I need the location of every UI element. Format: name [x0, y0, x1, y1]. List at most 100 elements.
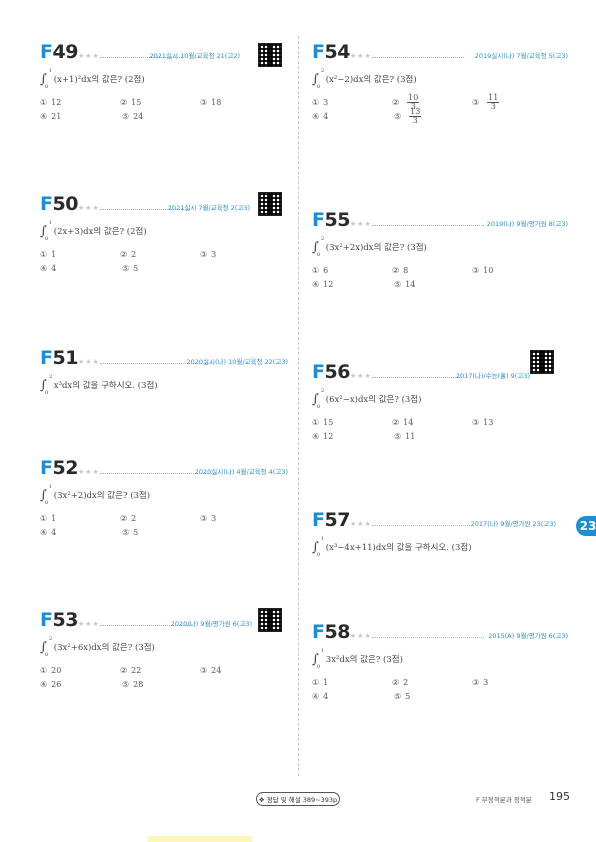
choice-number: ⑤	[122, 263, 130, 273]
problem-code-number: 58	[324, 621, 350, 643]
answer-reference-link[interactable]: ❖ 정답 및 해설 389~393p	[256, 792, 340, 806]
answer-choice[interactable]: ②2	[392, 678, 472, 687]
answer-choice[interactable]: ⑤5	[122, 528, 204, 537]
bottom-highlight-mark	[148, 836, 252, 842]
lower-limit: 0	[45, 235, 49, 242]
answer-choices: ① 6 ② 8 ③ 10 ④ 12 ⑤ 14	[312, 263, 552, 291]
choice-number: ①	[40, 513, 48, 523]
choice-row: ④ 21 ⑤ 24	[40, 109, 280, 123]
answer-choice[interactable]: ⑤5	[122, 264, 204, 273]
problem-code-number: 49	[52, 41, 78, 63]
answer-choice[interactable]: ③ 10	[472, 266, 552, 275]
problem-code-number: 57	[324, 509, 350, 531]
problem-code-letter: F	[312, 621, 325, 643]
answer-choice[interactable]: ① 12	[40, 98, 120, 107]
answer-choices: ①1②2③3 ④4⑤5	[312, 675, 552, 703]
problem-source: 2019실시(나) 7월/교육청 5(고3)	[474, 52, 568, 60]
integral-sign: ∫ 1 0	[40, 219, 53, 242]
question-text: (2x+3)dx의 값은? (2점)	[53, 227, 147, 237]
answer-choice[interactable]: ③3	[472, 678, 552, 687]
choice-row: ① 20 ② 22 ③ 24	[40, 663, 280, 677]
answer-choice[interactable]: ①1	[312, 678, 392, 687]
problem-header: F54 ★★★ 2019실시(나) 7월/교육청 5(고3)	[312, 40, 568, 62]
choice-number: ②	[120, 97, 128, 107]
answer-choice[interactable]: ③3	[200, 514, 280, 523]
upper-limit: 1	[321, 535, 325, 542]
choice-value: 4	[323, 691, 329, 701]
choice-value: 24	[133, 111, 144, 121]
answer-choice[interactable]: ③ 18	[200, 98, 280, 107]
problem-question: ∫ 2 0 x³dx의 값을 구하시오. (3점)	[40, 374, 280, 396]
answer-choice[interactable]: ③ 24	[200, 666, 280, 675]
answer-choice[interactable]: ④ 12	[312, 280, 394, 289]
answer-choice[interactable]: ④4	[312, 692, 394, 701]
answer-choice[interactable]: ④ 12	[312, 432, 394, 441]
leader-dots	[372, 525, 472, 526]
answer-choice[interactable]: ② 14	[392, 418, 472, 427]
problem-code: F58	[312, 623, 350, 642]
lower-limit: 0	[45, 389, 49, 396]
question-text: (3x²+2)dx의 값은? (3점)	[53, 491, 151, 501]
qr-code-icon[interactable]	[530, 350, 554, 374]
problem-code-number: 50	[52, 193, 78, 215]
answer-choice[interactable]: ②8	[392, 266, 472, 275]
choice-number: ④	[40, 679, 48, 689]
answer-choice[interactable]: ⑤ 28	[122, 680, 204, 689]
upper-limit: 1	[321, 647, 325, 654]
answer-choice[interactable]: ①1	[40, 514, 120, 523]
chapter-side-tab[interactable]: 23	[576, 516, 596, 536]
answer-choice[interactable]: ⑤ 24	[122, 112, 204, 121]
answer-choice[interactable]: ① 20	[40, 666, 120, 675]
fraction-denominator: 3	[412, 115, 418, 125]
problem-code-number: 52	[52, 457, 78, 479]
answer-choice[interactable]: ① 15	[312, 418, 392, 427]
answer-choice[interactable]: ④ 26	[40, 680, 122, 689]
answer-choice[interactable]: ①6	[312, 266, 392, 275]
problem-code: F54	[312, 43, 350, 62]
answer-choice[interactable]: ⑤5	[394, 692, 476, 701]
answer-choice[interactable]: ③ 13	[472, 418, 552, 427]
choice-row: ④ 26 ⑤ 28	[40, 677, 280, 691]
qr-code-icon[interactable]	[258, 43, 282, 67]
upper-limit: 2	[321, 387, 325, 394]
answer-choice[interactable]: ②2	[120, 250, 200, 259]
answer-choice[interactable]: ② 15	[120, 98, 200, 107]
answer-choice[interactable]: ③ 11 3	[472, 93, 552, 111]
qr-code-icon[interactable]	[258, 192, 282, 216]
choice-number: ③	[472, 265, 480, 275]
answer-choice[interactable]: ④4	[40, 264, 122, 273]
difficulty-stars: ★★★	[350, 632, 372, 640]
answer-choice[interactable]: ④ 21	[40, 112, 122, 121]
answer-choice[interactable]: ④4	[312, 112, 394, 121]
problem-code-letter: F	[40, 41, 53, 63]
choice-number: ①	[40, 97, 48, 107]
qr-code-icon[interactable]	[258, 608, 282, 632]
choice-value: 3	[323, 97, 329, 107]
answer-choice[interactable]: ①1	[40, 250, 120, 259]
choice-value: 2	[131, 249, 137, 259]
choice-value: 14	[405, 279, 416, 289]
question-text: x³dx의 값을 구하시오. (3점)	[53, 381, 158, 391]
choice-number: ②	[392, 417, 400, 427]
choice-value: 12	[323, 279, 334, 289]
choice-number: ③	[472, 417, 480, 427]
problem-source: 2021실시 10월/교육청 21(고2)	[149, 52, 240, 60]
choice-row: ①1②2③3	[40, 511, 280, 525]
choice-value: 21	[51, 111, 62, 121]
answer-choice[interactable]: ②2	[120, 514, 200, 523]
answer-choice[interactable]: ⑤ 13 3	[394, 107, 476, 125]
answer-choice[interactable]: ③3	[200, 250, 280, 259]
choice-value: 8	[403, 265, 409, 275]
answer-choice[interactable]: ①3	[312, 98, 392, 107]
answer-choice[interactable]: ⑤ 11	[394, 432, 476, 441]
choice-number: ⑤	[122, 679, 130, 689]
answer-choice[interactable]: ④4	[40, 528, 122, 537]
answer-choice[interactable]: ② 22	[120, 666, 200, 675]
answer-choice[interactable]: ⑤ 14	[394, 280, 476, 289]
leader-dots	[372, 225, 484, 226]
integral-sign: ∫ 2 0	[40, 635, 53, 658]
choice-row: ④ 12 ⑤ 11	[312, 429, 552, 443]
problem-header: F51 ★★★ 2020실시(나) 10월/교육청 22(고3)	[40, 346, 288, 368]
choice-value: 11	[405, 431, 416, 441]
leader-dots	[372, 377, 462, 378]
